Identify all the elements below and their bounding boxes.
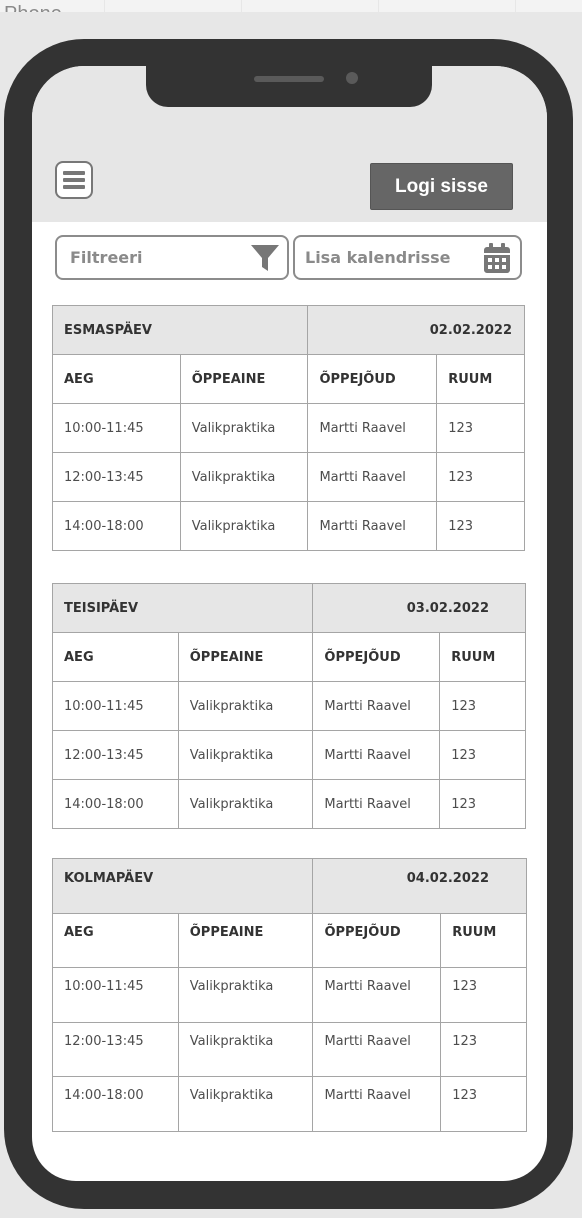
day-name: ESMASPÄEV (51, 305, 309, 355)
cell-room: 123 (436, 452, 525, 502)
cell-teacher: Martti Raavel (312, 967, 442, 1023)
cell-room: 123 (436, 501, 525, 551)
table-row: 14:00-18:00 Valikpraktika Martti Raavel … (52, 1076, 527, 1132)
column-header-subject: ÕPPEAINE (177, 913, 314, 968)
cell-room: 123 (436, 403, 525, 453)
cell-time: 12:00-13:45 (52, 730, 179, 780)
column-header-room: RUUM (436, 354, 525, 404)
front-camera (346, 72, 358, 84)
column-header-teacher: ÕPPEJÕUD (307, 354, 438, 404)
table-row: 12:00-13:45 Valikpraktika Martti Raavel … (52, 730, 526, 780)
column-header-time: AEG (52, 354, 181, 404)
cell-subject: Valikpraktika (179, 501, 309, 551)
filter-dropdown[interactable]: Filtreeri (55, 235, 289, 280)
schedule-table-wednesday: KOLMAPÄEV 04.02.2022 AEG ÕPPEAINE ÕPPEJÕ… (51, 858, 527, 1132)
cell-teacher: Martti Raavel (312, 779, 441, 829)
day-date: 04.02.2022 (312, 858, 527, 914)
column-header-room: RUUM (439, 632, 526, 682)
table-row: 12:00-13:45 Valikpraktika Martti Raavel … (52, 1022, 527, 1077)
day-date: 02.02.2022 (307, 305, 525, 355)
cell-time: 14:00-18:00 (52, 1076, 179, 1132)
table-row: 14:00-18:00 Valikpraktika Martti Raavel … (52, 501, 525, 551)
cell-room: 123 (439, 681, 526, 731)
add-to-calendar-button[interactable]: Lisa kalendrisse (293, 235, 522, 280)
cell-room: 123 (440, 1022, 527, 1077)
filter-label: Filtreeri (70, 248, 143, 267)
column-header-teacher: ÕPPEJÕUD (312, 913, 442, 968)
cell-subject: Valikpraktika (177, 681, 314, 731)
column-header-subject: ÕPPEAINE (177, 632, 314, 682)
table-row: 10:00-11:45 Valikpraktika Martti Raavel … (52, 967, 527, 1023)
cell-time: 12:00-13:45 (52, 1022, 179, 1077)
day-date: 03.02.2022 (312, 583, 526, 633)
schedule-table-tuesday: TEISIPÄEV 03.02.2022 AEG ÕPPEAINE ÕPPEJÕ… (51, 583, 526, 829)
day-name: TEISIPÄEV (51, 583, 314, 633)
cell-teacher: Martti Raavel (307, 501, 438, 551)
cell-time: 14:00-18:00 (52, 501, 181, 551)
phone-notch (146, 66, 432, 107)
table-row: 14:00-18:00 Valikpraktika Martti Raavel … (52, 779, 526, 829)
calendar-icon (484, 243, 510, 273)
table-row: 10:00-11:45 Valikpraktika Martti Raavel … (52, 681, 526, 731)
day-name: KOLMAPÄEV (51, 858, 314, 914)
hamburger-menu-icon[interactable] (55, 161, 93, 199)
column-header-teacher: ÕPPEJÕUD (312, 632, 441, 682)
cell-teacher: Martti Raavel (312, 1076, 442, 1132)
cell-teacher: Martti Raavel (312, 730, 441, 780)
cell-teacher: Martti Raavel (312, 681, 441, 731)
cell-room: 123 (439, 730, 526, 780)
cell-subject: Valikpraktika (177, 967, 314, 1023)
cell-time: 10:00-11:45 (52, 403, 181, 453)
table-row: 10:00-11:45 Valikpraktika Martti Raavel … (52, 403, 525, 453)
cell-subject: Valikpraktika (179, 452, 309, 502)
login-button[interactable]: Logi sisse (370, 163, 513, 210)
cell-teacher: Martti Raavel (307, 452, 438, 502)
cell-room: 123 (439, 779, 526, 829)
cell-teacher: Martti Raavel (307, 403, 438, 453)
funnel-icon (251, 245, 279, 271)
cell-subject: Valikpraktika (179, 403, 309, 453)
cell-time: 10:00-11:45 (52, 681, 179, 731)
cell-room: 123 (440, 1076, 527, 1132)
column-header-subject: ÕPPEAINE (179, 354, 309, 404)
speaker-grille (254, 76, 324, 82)
cell-time: 14:00-18:00 (52, 779, 179, 829)
cell-time: 12:00-13:45 (52, 452, 181, 502)
cell-teacher: Martti Raavel (312, 1022, 442, 1077)
cell-time: 10:00-11:45 (52, 967, 179, 1023)
cell-subject: Valikpraktika (177, 779, 314, 829)
calendar-label: Lisa kalendrisse (305, 248, 451, 267)
column-header-room: RUUM (440, 913, 527, 968)
column-header-time: AEG (52, 632, 179, 682)
column-header-time: AEG (52, 913, 179, 968)
table-row: 12:00-13:45 Valikpraktika Martti Raavel … (52, 452, 525, 502)
cell-subject: Valikpraktika (177, 1076, 314, 1132)
schedule-table-monday: ESMASPÄEV 02.02.2022 AEG ÕPPEAINE ÕPPEJÕ… (51, 305, 525, 551)
cell-subject: Valikpraktika (177, 1022, 314, 1077)
cell-room: 123 (440, 967, 527, 1023)
cell-subject: Valikpraktika (177, 730, 314, 780)
